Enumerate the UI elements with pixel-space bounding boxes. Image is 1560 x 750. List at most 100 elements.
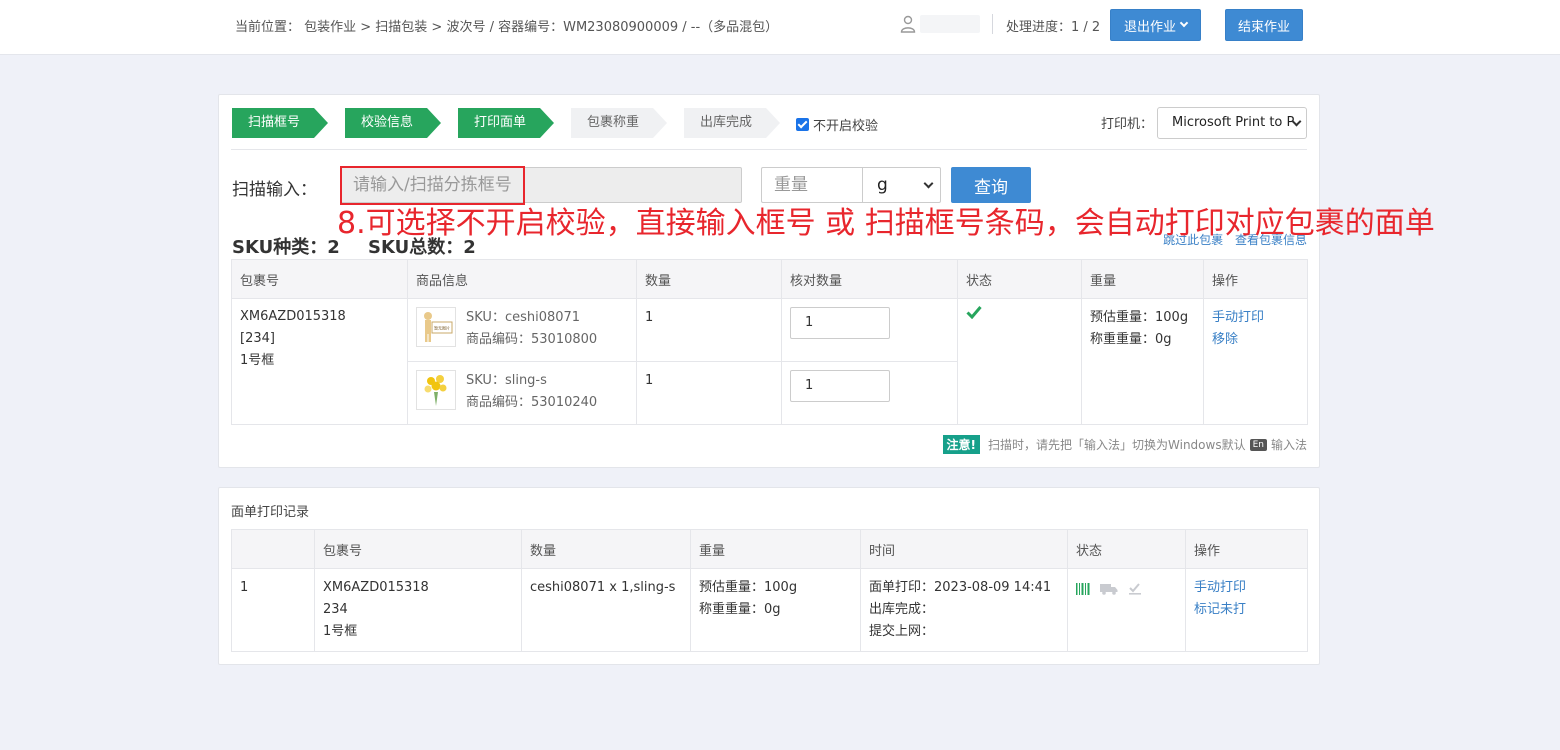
divider xyxy=(231,149,1307,150)
col-package-no: 包裹号 xyxy=(314,529,522,569)
quantity-cell: 1 xyxy=(636,361,782,425)
index-cell: 1 xyxy=(231,568,315,652)
end-job-button[interactable]: 结束作业 xyxy=(1225,9,1303,41)
chevron-down-icon xyxy=(923,178,934,189)
notice-text: 扫描时，请先把「输入法」切换为Windows默认 xyxy=(988,438,1246,452)
printer-select[interactable]: Microsoft Print to P xyxy=(1157,107,1307,139)
truck-icon xyxy=(1100,584,1118,595)
sku-value: SKU：sling-s xyxy=(466,373,547,388)
table-row: XM6AZD015318 [234] 1号框 暂无图片 SKU：ceshi080… xyxy=(231,298,1308,425)
actions-cell: 手动打印 标记未打 xyxy=(1185,568,1308,652)
mark-unprinted-link[interactable]: 标记未打 xyxy=(1194,599,1299,621)
quantity-cell: 1 xyxy=(636,298,782,362)
step-outbound-done: 出库完成 xyxy=(684,108,780,138)
scan-panel: 扫描框号 校验信息 打印面单 包裹称重 出库完成 不开启校验 打印机： Micr… xyxy=(218,94,1435,468)
product-info-cell: SKU：sling-s 商品编码：53010240 xyxy=(407,361,637,425)
col-weight: 重量 xyxy=(690,529,861,569)
printer-value: Microsoft Print to P xyxy=(1172,115,1295,130)
package-box: 1号框 xyxy=(323,624,358,639)
keyboard-en-icon: En xyxy=(1249,438,1267,451)
table-header-row: 包裹号 商品信息 数量 核对数量 状态 重量 操作 xyxy=(231,259,1308,299)
check-quantity-input[interactable]: 1 xyxy=(790,370,890,402)
manual-print-link[interactable]: 手动打印 xyxy=(1212,307,1299,329)
package-table: 包裹号 商品信息 数量 核对数量 状态 重量 操作 XM6AZD015318 [… xyxy=(231,259,1308,425)
outbound-time: 出库完成： xyxy=(869,602,935,617)
annotation-highlight-box xyxy=(340,166,525,205)
col-package-no: 包裹号 xyxy=(231,259,408,299)
quantity-cell: ceshi08071 x 1,sling-s xyxy=(521,568,691,652)
manual-print-link[interactable]: 手动打印 xyxy=(1194,577,1299,599)
col-check-quantity: 核对数量 xyxy=(781,259,958,299)
no-verify-checkbox[interactable]: 不开启校验 xyxy=(796,115,878,134)
no-verify-label: 不开启校验 xyxy=(813,119,879,134)
col-status: 状态 xyxy=(957,259,1082,299)
product-info-cell: 暂无图片 SKU：ceshi08071 商品编码：53010800 xyxy=(407,298,637,362)
sku-types: SKU种类：2 xyxy=(232,237,340,258)
input-method-notice: 注意! 扫描时，请先把「输入法」切换为Windows默认 En 输入法 xyxy=(942,435,1307,454)
breadcrumb: 当前位置： 包装作业 > 扫描包装 > 波次号 / 容器编号：WM2308090… xyxy=(235,20,779,35)
flower-bouquet-icon xyxy=(424,375,447,406)
product-code: 商品编码：53010800 xyxy=(466,332,598,347)
check-quantity-cell: 1 xyxy=(781,298,958,362)
col-actions: 操作 xyxy=(1185,529,1308,569)
product-thumbnail xyxy=(416,370,456,410)
package-no-cell: XM6AZD015318 234 1号框 xyxy=(314,568,522,652)
col-time: 时间 xyxy=(860,529,1068,569)
check-quantity-input[interactable]: 1 xyxy=(790,307,890,339)
weight-input[interactable]: 重量 xyxy=(761,167,862,203)
query-button[interactable]: 查询 xyxy=(951,167,1031,203)
exit-job-button[interactable]: 退出作业 xyxy=(1110,9,1201,41)
weight-cell: 预估重量：100g 称重重量：0g xyxy=(1081,298,1204,425)
chevron-down-icon xyxy=(1179,18,1189,28)
sku-value: SKU：ceshi08071 xyxy=(466,310,581,325)
package-no: XM6AZD015318 xyxy=(323,580,429,595)
table-row: 1 XM6AZD015318 234 1号框 ceshi08071 x 1,sl… xyxy=(231,568,1308,652)
remove-link[interactable]: 移除 xyxy=(1212,329,1299,351)
col-actions: 操作 xyxy=(1203,259,1308,299)
table-header-row: 包裹号 数量 重量 时间 状态 操作 xyxy=(231,529,1308,569)
annotation-text: 8.可选择不开启校验，直接输入框号 或 扫描框号条码，会自动打印对应包裹的面单 xyxy=(337,206,1435,241)
printer-label: 打印机： xyxy=(1101,117,1154,132)
label-print-time: 面单打印：2023-08-09 14:41 xyxy=(869,580,1052,595)
measured-weight: 称重重量：0g xyxy=(1090,332,1172,347)
progress-text: 处理进度：1 / 2 xyxy=(1006,20,1101,35)
user-name xyxy=(920,15,980,33)
weight-cell: 预估重量：100g 称重重量：0g xyxy=(690,568,861,652)
unit-select[interactable]: g xyxy=(862,167,941,203)
product-thumbnail: 暂无图片 xyxy=(416,307,456,347)
col-weight: 重量 xyxy=(1081,259,1204,299)
print-log-title: 面单打印记录 xyxy=(231,505,310,520)
notice-text-end: 输入法 xyxy=(1270,438,1307,452)
col-product-info: 商品信息 xyxy=(407,259,637,299)
no-image-placeholder-icon: 暂无图片 xyxy=(424,312,453,342)
estimated-weight: 预估重量：100g xyxy=(699,580,798,595)
package-no: XM6AZD015318 xyxy=(240,309,346,324)
exit-job-label: 退出作业 xyxy=(1123,19,1176,35)
actions-cell: 手动打印 移除 xyxy=(1203,298,1308,425)
package-sub: [234] xyxy=(240,331,275,346)
package-no-cell: XM6AZD015318 [234] 1号框 xyxy=(231,298,408,425)
print-log-panel: 面单打印记录 包裹号 数量 重量 时间 状态 操作 1 XM6AZD015318… xyxy=(218,487,1320,665)
step-scan-box: 扫描框号 xyxy=(232,108,328,138)
unit-value: g xyxy=(877,175,888,195)
estimated-weight: 预估重量：100g xyxy=(1090,310,1189,325)
col-index xyxy=(231,529,315,569)
package-box: 1号框 xyxy=(240,353,275,368)
status-cell xyxy=(1067,568,1186,652)
product-code: 商品编码：53010240 xyxy=(466,395,598,410)
thumb-label: 暂无图片 xyxy=(434,325,450,331)
status-cell xyxy=(957,298,1082,425)
measured-weight: 称重重量：0g xyxy=(699,602,781,617)
scan-label: 扫描输入： xyxy=(232,180,317,200)
col-status: 状态 xyxy=(1067,529,1186,569)
step-print-label: 打印面单 xyxy=(458,108,554,138)
check-icon xyxy=(966,306,982,320)
submit-online-time: 提交上网： xyxy=(869,624,935,639)
time-cell: 面单打印：2023-08-09 14:41 出库完成： 提交上网： xyxy=(860,568,1068,652)
barcode-icon xyxy=(1076,583,1090,595)
checkbox-checked-icon xyxy=(796,118,809,131)
check-quantity-cell: 1 xyxy=(781,361,958,425)
step-verify-info: 校验信息 xyxy=(345,108,441,138)
user-icon xyxy=(900,15,916,33)
col-quantity: 数量 xyxy=(521,529,691,569)
